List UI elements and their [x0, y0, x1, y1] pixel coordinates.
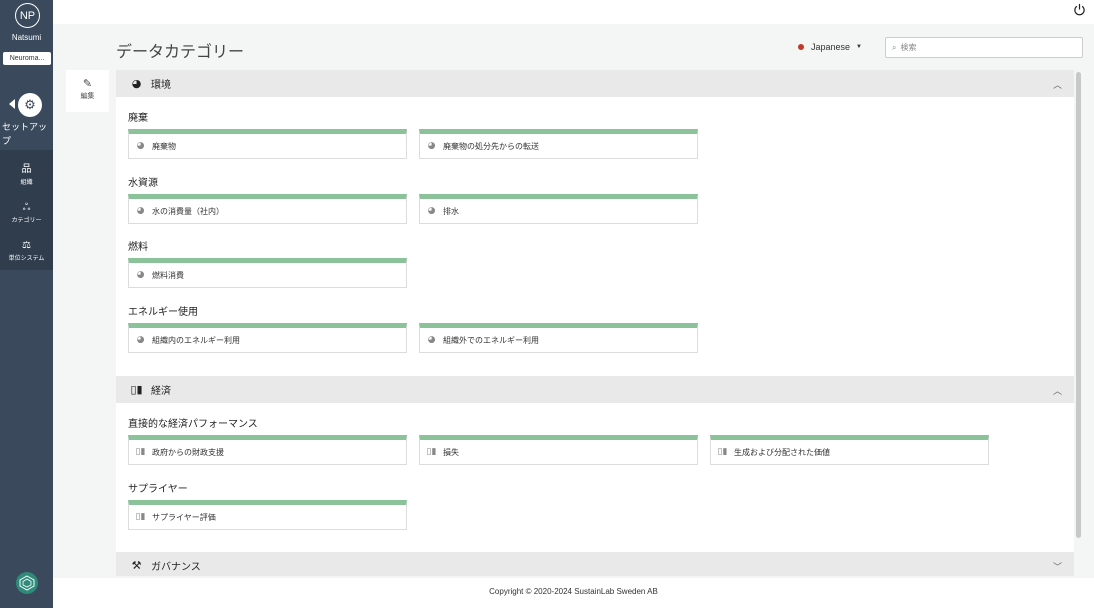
category-label: 燃料消費 [152, 270, 184, 280]
category-label: 組織内のエネルギー利用 [152, 335, 240, 345]
globe-icon: ◕ [427, 141, 436, 151]
bar-chart-icon: ▯▮ [130, 383, 143, 396]
chevron-down-icon[interactable]: ﹀ [1053, 560, 1062, 573]
category-label: 水の消費量（社内） [152, 206, 224, 216]
chevron-up-icon[interactable]: ︿ [1053, 78, 1062, 91]
section-title: ガバナンス [151, 562, 201, 573]
group-title: エネルギー使用 [128, 307, 198, 318]
scrollbar-thumb[interactable] [1076, 72, 1081, 538]
category-card[interactable]: ◕ 組織外でのエネルギー利用 [419, 323, 698, 353]
sidebar: NP Natsumi Neuroma... ⚙ セットアップ 品 組織 ஃ カテ… [0, 0, 53, 608]
category-label: 損失 [443, 447, 459, 457]
category-label: 政府からの財政支援 [152, 447, 224, 457]
sidebar-item-label: 組織 [20, 179, 33, 186]
category-card[interactable]: ▯▮ 生成および分配された価値 [710, 435, 989, 465]
caret-down-icon: ▼ [856, 44, 862, 50]
category-card[interactable]: ▯▮ サプライヤー評価 [128, 500, 407, 530]
scrollbar[interactable] [1075, 70, 1082, 540]
edit-label: 編集 [80, 92, 95, 100]
language-select[interactable]: Japanese ▼ [798, 42, 862, 52]
globe-icon: ◕ [136, 141, 145, 151]
chevron-up-icon[interactable]: ︿ [1053, 384, 1062, 397]
sustainlab-logo [16, 572, 38, 594]
category-card[interactable]: ◕ 水の消費量（社内） [128, 194, 407, 224]
language-flag-icon [798, 44, 804, 50]
globe-icon: ◕ [136, 335, 145, 345]
edit-button[interactable]: ✎ 編集 [66, 70, 109, 112]
search-input[interactable] [900, 43, 1071, 52]
category-label: 廃棄物 [152, 141, 176, 151]
globe-icon: ◕ [131, 77, 142, 90]
edit-icon: ✎ [82, 77, 93, 90]
language-value: Japanese [811, 42, 851, 52]
category-label: 廃棄物の処分先からの転送 [443, 141, 539, 151]
category-card[interactable]: ◕ 組織内のエネルギー利用 [128, 323, 407, 353]
power-icon[interactable] [1073, 3, 1086, 16]
avatar[interactable]: NP [15, 3, 40, 28]
section-title: 環境 [151, 80, 171, 91]
group-title: 水資源 [128, 178, 158, 189]
scale-icon: ⚖ [22, 240, 31, 251]
section-title: 経済 [151, 386, 171, 397]
footer: Copyright © 2020-2024 SustainLab Sweden … [53, 578, 1094, 608]
sidebar-item-label: カテゴリー [11, 217, 42, 224]
page-title: データカテゴリー [116, 42, 245, 61]
group-title: 燃料 [128, 242, 148, 253]
sidebar-item-categories[interactable]: ஃ カテゴリー [0, 202, 53, 224]
bar-chart-icon: ▯▮ [135, 512, 146, 522]
sidebar-item-unit-system[interactable]: ⚖ 単位システム [0, 240, 53, 262]
collapse-arrow-icon[interactable] [7, 95, 17, 113]
section-header-governance[interactable]: ⚒ ガバナンス ﹀ [116, 552, 1074, 576]
globe-icon: ◕ [427, 206, 436, 216]
globe-icon: ◕ [427, 335, 436, 345]
bar-chart-icon: ▯▮ [717, 447, 728, 457]
group-title: サプライヤー [128, 484, 188, 495]
category-label: 排水 [443, 206, 459, 216]
category-label: サプライヤー評価 [152, 512, 216, 522]
org-chart-icon: 品 [21, 164, 32, 175]
category-card[interactable]: ◕ 燃料消費 [128, 258, 407, 288]
section-header-economy[interactable]: ▯▮ 経済 ︿ [116, 376, 1074, 403]
categories-icon: ஃ [22, 202, 31, 213]
bar-chart-icon: ▯▮ [135, 447, 146, 457]
category-card[interactable]: ◕ 廃棄物 [128, 129, 407, 159]
gear-icon[interactable]: ⚙ [18, 93, 42, 117]
search-icon: ⌕ [892, 42, 897, 52]
group-title: 廃棄 [128, 113, 148, 124]
category-list: ◕ 環境 ︿ 廃棄 ◕ 廃棄物 ◕ 廃棄物の処分先からの転送 水資源 ◕ 水の消… [116, 70, 1074, 576]
globe-icon: ◕ [136, 206, 145, 216]
top-bar [53, 0, 1094, 24]
category-label: 組織外でのエネルギー利用 [443, 335, 539, 345]
category-card[interactable]: ◕ 排水 [419, 194, 698, 224]
group-title: 直接的な経済パフォーマンス [128, 419, 258, 430]
setup-nav: 品 組織 ஃ カテゴリー ⚖ 単位システム [0, 150, 53, 270]
category-card[interactable]: ▯▮ 損失 [419, 435, 698, 465]
user-name: Natsumi [11, 33, 42, 42]
bar-chart-icon: ▯▮ [426, 447, 437, 457]
category-card[interactable]: ▯▮ 政府からの財政支援 [128, 435, 407, 465]
sidebar-item-organization[interactable]: 品 組織 [0, 164, 53, 186]
sidebar-item-label: 単位システム [8, 255, 45, 262]
category-label: 生成および分配された価値 [734, 447, 830, 457]
globe-icon: ◕ [136, 270, 145, 280]
search-box[interactable]: ⌕ [885, 37, 1083, 58]
gavel-icon: ⚒ [131, 559, 142, 572]
section-header-environment[interactable]: ◕ 環境 ︿ [116, 70, 1074, 97]
category-card[interactable]: ◕ 廃棄物の処分先からの転送 [419, 129, 698, 159]
organization-selector[interactable]: Neuroma... [3, 52, 51, 65]
setup-label: セットアップ [2, 123, 48, 147]
